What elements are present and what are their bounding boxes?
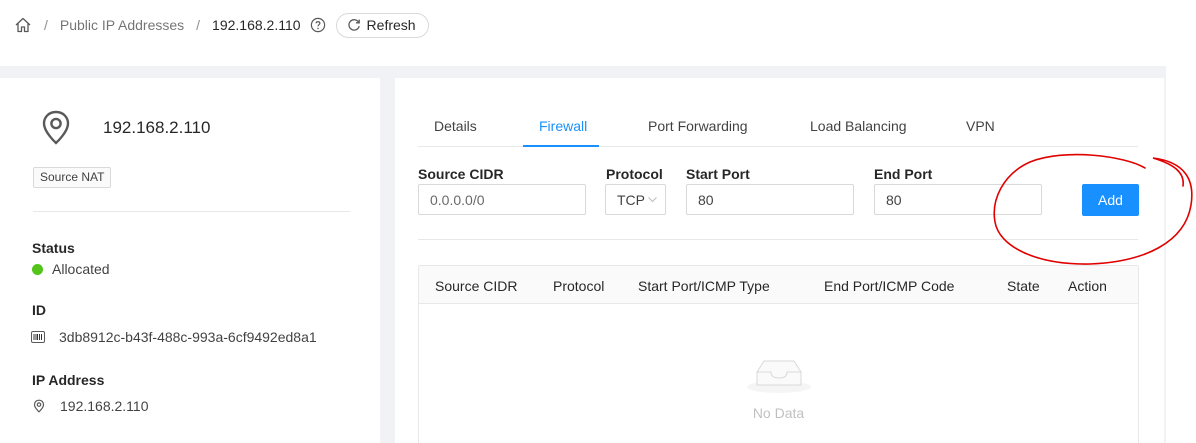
- protocol-label: Protocol: [606, 166, 663, 182]
- end-port-label: End Port: [874, 166, 933, 182]
- add-rule-button[interactable]: Add: [1082, 184, 1139, 216]
- home-icon[interactable]: [14, 16, 32, 34]
- refresh-label: Refresh: [366, 17, 416, 33]
- header-bar: / Public IP Addresses / 192.168.2.110 Re…: [0, 0, 1196, 66]
- breadcrumb: / Public IP Addresses / 192.168.2.110 Re…: [14, 12, 429, 38]
- environment-icon: [32, 399, 46, 413]
- resource-title: 192.168.2.110: [103, 118, 211, 137]
- chevron-down-icon: [648, 197, 657, 203]
- breadcrumb-public-ip-link[interactable]: Public IP Addresses: [60, 17, 184, 33]
- id-text: 3db8912c-b43f-488c-993a-6cf9492ed8a1: [59, 329, 317, 345]
- question-circle-icon[interactable]: [310, 17, 326, 33]
- divider: [418, 239, 1138, 240]
- table-header: Source CIDR Protocol Start Port/ICMP Typ…: [419, 266, 1138, 304]
- start-port-input[interactable]: [686, 184, 854, 215]
- tab-firewall[interactable]: Firewall: [539, 118, 587, 134]
- active-tab-indicator: [523, 145, 599, 147]
- protocol-selected-value: TCP: [617, 191, 645, 208]
- tab-load-balancing[interactable]: Load Balancing: [810, 118, 907, 134]
- status-value: Allocated: [32, 261, 110, 277]
- breadcrumb-current: 192.168.2.110: [212, 17, 301, 33]
- id-value: 3db8912c-b43f-488c-993a-6cf9492ed8a1: [31, 329, 317, 345]
- status-label: Status: [32, 240, 75, 256]
- source-nat-tag: Source NAT: [33, 167, 112, 188]
- column-source-cidr[interactable]: Source CIDR: [435, 278, 517, 294]
- column-protocol[interactable]: Protocol: [553, 278, 604, 294]
- column-state[interactable]: State: [1007, 278, 1040, 294]
- divider: [33, 211, 350, 212]
- protocol-select[interactable]: TCP: [605, 184, 666, 215]
- source-cidr-input[interactable]: [418, 184, 586, 215]
- status-text: Allocated: [52, 261, 110, 277]
- tab-bar: Details Firewall Port Forwarding Load Ba…: [418, 104, 1138, 147]
- ip-address-text: 192.168.2.110: [60, 398, 149, 414]
- environment-pin-icon: [38, 108, 74, 148]
- source-cidr-label: Source CIDR: [418, 166, 504, 182]
- ip-address-label: IP Address: [32, 372, 105, 388]
- tab-port-forwarding[interactable]: Port Forwarding: [648, 118, 748, 134]
- refresh-button[interactable]: Refresh: [335, 12, 429, 38]
- tab-vpn[interactable]: VPN: [966, 118, 995, 134]
- id-label: ID: [32, 302, 46, 318]
- column-start-port[interactable]: Start Port/ICMP Type: [638, 278, 770, 294]
- ip-address-value: 192.168.2.110: [32, 398, 149, 414]
- breadcrumb-separator: /: [196, 17, 201, 33]
- column-action[interactable]: Action: [1068, 278, 1107, 294]
- breadcrumb-separator: /: [44, 17, 48, 33]
- scrollbar-gutter: [1166, 66, 1196, 443]
- reload-icon: [347, 19, 360, 31]
- empty-state-text: No Data: [752, 405, 805, 421]
- tab-details[interactable]: Details: [434, 118, 477, 134]
- end-port-input[interactable]: [874, 184, 1042, 215]
- column-end-port[interactable]: End Port/ICMP Code: [824, 278, 954, 294]
- barcode-icon: [31, 330, 45, 344]
- status-dot-icon: [32, 263, 43, 275]
- start-port-label: Start Port: [686, 166, 750, 182]
- empty-inbox-icon: [747, 352, 811, 394]
- firewall-rules-table: Source CIDR Protocol Start Port/ICMP Typ…: [418, 265, 1139, 443]
